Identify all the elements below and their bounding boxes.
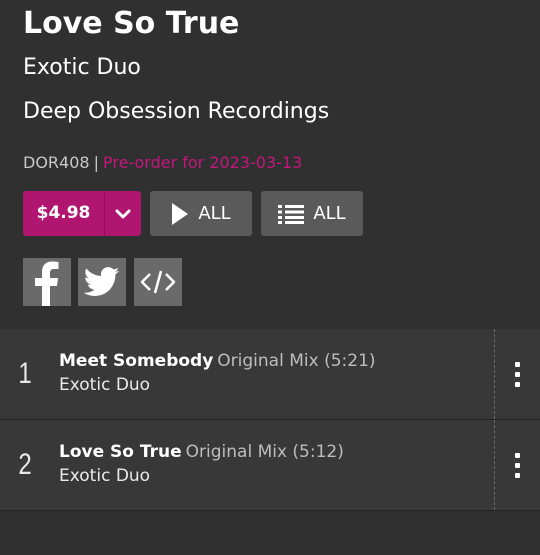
queue-all-label: ALL	[313, 203, 346, 224]
track-artist[interactable]: Exotic Duo	[59, 465, 150, 487]
preorder-date: Pre-order for 2023-03-13	[102, 153, 303, 172]
facebook-icon	[35, 261, 59, 306]
facebook-share-button[interactable]	[23, 258, 71, 306]
track-row[interactable]: 2 Love So True Original Mix (5:12) Exotic…	[0, 420, 540, 511]
meta-separator: |	[93, 153, 99, 172]
twitter-icon	[84, 267, 120, 296]
queue-all-button[interactable]: ALL	[261, 191, 363, 236]
release-header: Love So True Exotic Duo Deep Obsession R…	[0, 0, 540, 329]
track-menu-button[interactable]	[494, 420, 540, 510]
buy-button[interactable]: $4.98	[23, 191, 141, 236]
track-list: 1 Meet Somebody Original Mix (5:21) Exoti…	[0, 329, 540, 511]
track-title[interactable]: Meet Somebody	[59, 351, 213, 371]
track-number: 1	[18, 357, 32, 390]
track-title[interactable]: Love So True	[59, 442, 182, 462]
track-menu-button[interactable]	[494, 329, 540, 419]
more-vertical-icon	[515, 361, 520, 387]
play-all-label: ALL	[198, 203, 231, 224]
chevron-down-icon[interactable]	[105, 191, 141, 236]
track-mix: Original Mix (5:12)	[185, 442, 344, 462]
track-number: 2	[18, 448, 32, 481]
track-mix: Original Mix (5:21)	[217, 351, 376, 371]
play-icon	[172, 202, 189, 225]
embed-code-button[interactable]	[134, 258, 182, 306]
track-title-line: Meet Somebody Original Mix (5:21)	[59, 350, 376, 372]
embed-icon	[140, 270, 176, 294]
release-label[interactable]: Deep Obsession Recordings	[23, 97, 329, 127]
track-row[interactable]: 1 Meet Somebody Original Mix (5:21) Exoti…	[0, 329, 540, 420]
list-icon	[278, 204, 305, 224]
release-meta: DOR408 | Pre-order for 2023-03-13	[23, 152, 302, 174]
catalog-number: DOR408	[23, 153, 90, 172]
release-title: Love So True	[23, 6, 240, 41]
track-title-line: Love So True Original Mix (5:12)	[59, 441, 344, 463]
twitter-share-button[interactable]	[78, 258, 126, 306]
more-vertical-icon	[515, 452, 520, 478]
release-artist[interactable]: Exotic Duo	[23, 53, 141, 83]
price-label[interactable]: $4.98	[23, 191, 105, 236]
footer-area	[0, 512, 540, 555]
track-artist[interactable]: Exotic Duo	[59, 374, 150, 396]
play-all-button[interactable]: ALL	[150, 191, 252, 236]
